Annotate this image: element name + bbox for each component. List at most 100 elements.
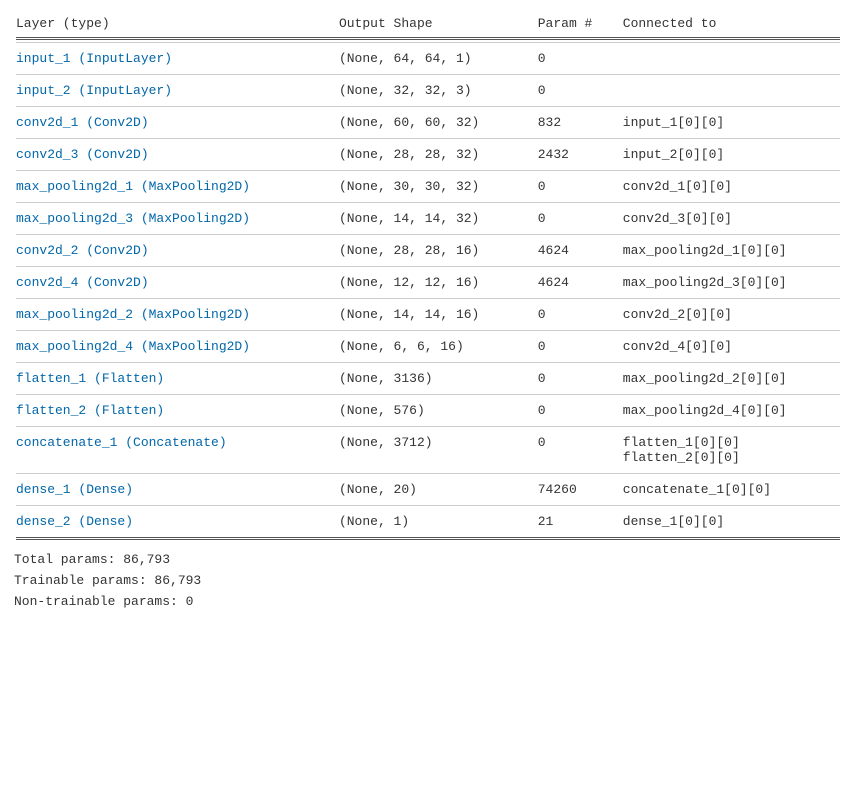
layer-name-cell: max_pooling2d_1 (MaxPooling2D): [16, 173, 337, 200]
table-row: flatten_1 (Flatten)(None, 3136)0max_pool…: [16, 365, 840, 392]
separator-row: [16, 266, 840, 267]
col-params-header: Param #: [538, 12, 621, 35]
table-row: concatenate_1 (Concatenate)(None, 3712)0…: [16, 429, 840, 471]
params-cell: 2432: [538, 141, 621, 168]
params-cell: 0: [538, 397, 621, 424]
table-row: conv2d_1 (Conv2D)(None, 60, 60, 32)832in…: [16, 109, 840, 136]
separator-row: [16, 74, 840, 75]
params-cell: 74260: [538, 476, 621, 503]
layer-name-cell: concatenate_1 (Concatenate): [16, 429, 337, 471]
connected-cell: input_2[0][0]: [623, 141, 840, 168]
table-row: conv2d_2 (Conv2D)(None, 28, 28, 16)4624m…: [16, 237, 840, 264]
layer-name-cell: conv2d_3 (Conv2D): [16, 141, 337, 168]
col-connected-header: Connected to: [623, 12, 840, 35]
output-shape-cell: (None, 28, 28, 16): [339, 237, 536, 264]
trainable-params: Trainable params: 86,793: [14, 571, 842, 592]
connected-cell: max_pooling2d_1[0][0]: [623, 237, 840, 264]
separator-row: [16, 505, 840, 506]
connected-cell: conv2d_2[0][0]: [623, 301, 840, 328]
top-double-separator: [16, 37, 840, 40]
params-cell: 21: [538, 508, 621, 535]
table-row: max_pooling2d_2 (MaxPooling2D)(None, 14,…: [16, 301, 840, 328]
connected-cell: flatten_1[0][0]flatten_2[0][0]: [623, 429, 840, 471]
table-row: input_2 (InputLayer)(None, 32, 32, 3)0: [16, 77, 840, 104]
layer-name-cell: input_1 (InputLayer): [16, 45, 337, 72]
params-cell: 0: [538, 45, 621, 72]
footer-section: Total params: 86,793 Trainable params: 8…: [14, 550, 842, 612]
table-row: max_pooling2d_3 (MaxPooling2D)(None, 14,…: [16, 205, 840, 232]
connected-cell: max_pooling2d_3[0][0]: [623, 269, 840, 296]
col-layer-header: Layer (type): [16, 12, 337, 35]
separator-row: [16, 362, 840, 363]
params-cell: 0: [538, 205, 621, 232]
output-shape-cell: (None, 6, 6, 16): [339, 333, 536, 360]
table-row: max_pooling2d_1 (MaxPooling2D)(None, 30,…: [16, 173, 840, 200]
output-shape-cell: (None, 14, 14, 16): [339, 301, 536, 328]
connected-cell: conv2d_1[0][0]: [623, 173, 840, 200]
connected-cell: input_1[0][0]: [623, 109, 840, 136]
connected-cell: conv2d_4[0][0]: [623, 333, 840, 360]
table-row: dense_2 (Dense)(None, 1)21dense_1[0][0]: [16, 508, 840, 535]
params-cell: 832: [538, 109, 621, 136]
params-cell: 4624: [538, 237, 621, 264]
separator-row: [16, 394, 840, 395]
layer-name-cell: max_pooling2d_2 (MaxPooling2D): [16, 301, 337, 328]
separator-row: [16, 170, 840, 171]
output-shape-cell: (None, 576): [339, 397, 536, 424]
separator-row: [16, 106, 840, 107]
connected-cell: max_pooling2d_2[0][0]: [623, 365, 840, 392]
layer-name-cell: conv2d_2 (Conv2D): [16, 237, 337, 264]
connected-cell: concatenate_1[0][0]: [623, 476, 840, 503]
output-shape-cell: (None, 30, 30, 32): [339, 173, 536, 200]
separator-row: [16, 138, 840, 139]
separator-row: [16, 330, 840, 331]
layer-name-cell: max_pooling2d_3 (MaxPooling2D): [16, 205, 337, 232]
layer-name-cell: conv2d_4 (Conv2D): [16, 269, 337, 296]
params-cell: 0: [538, 173, 621, 200]
output-shape-cell: (None, 12, 12, 16): [339, 269, 536, 296]
layer-name-cell: input_2 (InputLayer): [16, 77, 337, 104]
table-row: input_1 (InputLayer)(None, 64, 64, 1)0: [16, 45, 840, 72]
output-shape-cell: (None, 3136): [339, 365, 536, 392]
params-cell: 0: [538, 301, 621, 328]
output-shape-cell: (None, 20): [339, 476, 536, 503]
table-row: flatten_2 (Flatten)(None, 576)0max_pooli…: [16, 397, 840, 424]
params-cell: 4624: [538, 269, 621, 296]
separator-row: [16, 202, 840, 203]
connected-cell: conv2d_3[0][0]: [623, 205, 840, 232]
separator-row: [16, 234, 840, 235]
separator-row: [16, 473, 840, 474]
connected-cell: [623, 77, 840, 104]
non-trainable-params: Non-trainable params: 0: [14, 592, 842, 613]
layer-name-cell: flatten_1 (Flatten): [16, 365, 337, 392]
output-shape-cell: (None, 1): [339, 508, 536, 535]
output-shape-cell: (None, 64, 64, 1): [339, 45, 536, 72]
connected-cell: [623, 45, 840, 72]
layer-name-cell: conv2d_1 (Conv2D): [16, 109, 337, 136]
table-row: conv2d_4 (Conv2D)(None, 12, 12, 16)4624m…: [16, 269, 840, 296]
table-row: dense_1 (Dense)(None, 20)74260concatenat…: [16, 476, 840, 503]
params-cell: 0: [538, 429, 621, 471]
bottom-double-separator: [16, 537, 840, 540]
connected-cell: max_pooling2d_4[0][0]: [623, 397, 840, 424]
output-shape-cell: (None, 60, 60, 32): [339, 109, 536, 136]
layer-name-cell: dense_1 (Dense): [16, 476, 337, 503]
layer-name-cell: dense_2 (Dense): [16, 508, 337, 535]
params-cell: 0: [538, 77, 621, 104]
output-shape-cell: (None, 14, 14, 32): [339, 205, 536, 232]
connected-cell: dense_1[0][0]: [623, 508, 840, 535]
params-cell: 0: [538, 333, 621, 360]
layer-name-cell: flatten_2 (Flatten): [16, 397, 337, 424]
col-output-header: Output Shape: [339, 12, 536, 35]
params-cell: 0: [538, 365, 621, 392]
layer-name-cell: max_pooling2d_4 (MaxPooling2D): [16, 333, 337, 360]
total-params: Total params: 86,793: [14, 550, 842, 571]
table-row: conv2d_3 (Conv2D)(None, 28, 28, 32)2432i…: [16, 141, 840, 168]
output-shape-cell: (None, 32, 32, 3): [339, 77, 536, 104]
separator-row: [16, 42, 840, 43]
output-shape-cell: (None, 28, 28, 32): [339, 141, 536, 168]
output-shape-cell: (None, 3712): [339, 429, 536, 471]
table-header: Layer (type) Output Shape Param # Connec…: [16, 12, 840, 35]
separator-row: [16, 426, 840, 427]
table-row: max_pooling2d_4 (MaxPooling2D)(None, 6, …: [16, 333, 840, 360]
